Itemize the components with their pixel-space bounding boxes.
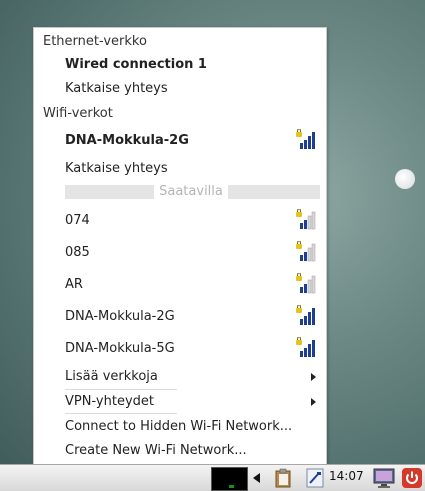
more-networks-item[interactable]: Lisää verkkoja [65, 369, 326, 384]
network-item-dna-mokkula-2g[interactable]: DNA-Mokkula-2G [65, 309, 326, 324]
wifi-signal-full-icon [296, 129, 315, 149]
ethernet-disconnect-item[interactable]: Katkaise yhteys [65, 81, 326, 96]
wifi-signal-full-icon [296, 305, 315, 325]
clipboard-icon[interactable] [275, 468, 292, 488]
desktop-decoration [395, 169, 415, 189]
network-item-085[interactable]: 085 [65, 245, 326, 260]
wifi-section-header: Wifi-verkot [43, 106, 113, 121]
menu-separator [65, 389, 177, 390]
wired-connection-item[interactable]: Wired connection 1 [65, 57, 326, 72]
active-wifi-item[interactable]: DNA-Mokkula-2G [65, 133, 326, 148]
menu-separator [65, 413, 177, 414]
clock[interactable]: 14:07 [329, 469, 364, 483]
wifi-signal-medium-icon [296, 273, 316, 294]
connect-hidden-network-item[interactable]: Connect to Hidden Wi-Fi Network... [65, 419, 326, 434]
available-label: Saatavilla [154, 185, 228, 199]
power-icon[interactable] [402, 468, 422, 488]
system-monitor-icon[interactable] [211, 467, 248, 491]
ethernet-section-header: Ethernet-verkko [43, 34, 147, 49]
wifi-signal-medium-icon [296, 241, 316, 262]
submenu-arrow-icon [311, 398, 316, 406]
taskbar: 14:07 [0, 464, 425, 491]
network-signal-icon[interactable] [306, 468, 324, 488]
display-icon[interactable] [373, 467, 395, 489]
network-menu: Ethernet-verkko Wired connection 1 Katka… [33, 27, 327, 465]
vpn-connections-item[interactable]: VPN-yhteydet [65, 394, 326, 409]
wifi-signal-medium-icon [296, 209, 316, 230]
network-item-074[interactable]: 074 [65, 213, 326, 228]
network-item-dna-mokkula-5g[interactable]: DNA-Mokkula-5G [65, 341, 326, 356]
submenu-arrow-icon [311, 373, 316, 381]
back-arrow-icon[interactable] [253, 473, 260, 483]
wifi-disconnect-item[interactable]: Katkaise yhteys [65, 161, 326, 176]
create-new-network-item[interactable]: Create New Wi-Fi Network... [65, 443, 326, 458]
wifi-signal-full-icon [296, 337, 315, 357]
network-item-ar[interactable]: AR [65, 277, 326, 292]
